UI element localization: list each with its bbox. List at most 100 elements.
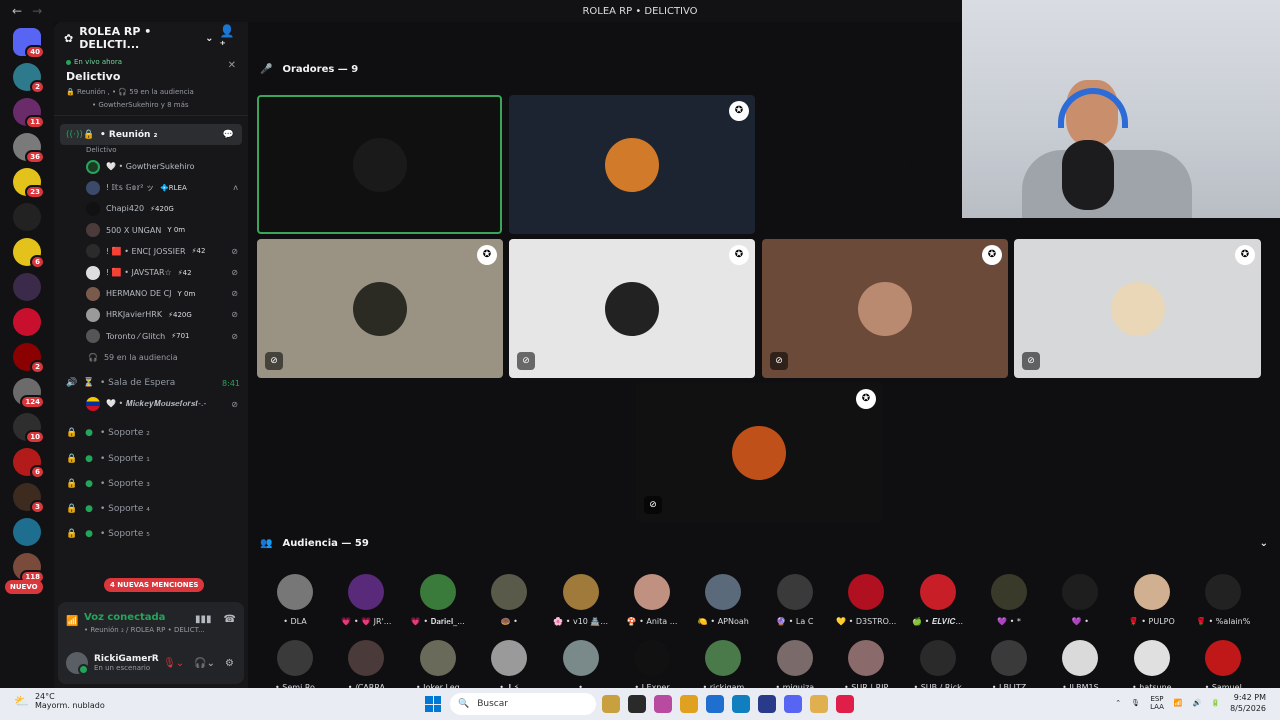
audience-member[interactable]: • Samuel (1188, 640, 1258, 692)
wifi-icon[interactable]: 📶 (1174, 699, 1183, 707)
audience-member[interactable]: 🌸 • v10 🏯... (546, 574, 616, 626)
audience-member[interactable]: • rickigam (688, 640, 758, 692)
voice-member[interactable]: ! 𝕀𝕥𝕤 𝔾𝕠𝕣² ッ 💠RLEA ʌ (54, 177, 248, 198)
audience-member[interactable]: 🔮 • La C (760, 574, 830, 626)
audience-member[interactable]: 🍏 • 𝑬𝑳𝑽𝑰𝑪... (903, 574, 973, 627)
server-icon[interactable]: 2 (13, 343, 45, 374)
avatar[interactable] (66, 652, 89, 675)
speaker-tile[interactable]: ✪ ⊘ (1014, 239, 1261, 378)
server-icon[interactable] (13, 518, 41, 546)
volume-icon[interactable]: 🔊 (1193, 699, 1202, 707)
server-icon[interactable] (13, 308, 41, 336)
audience-member[interactable]: • 𝐉 ⚡ (474, 640, 544, 693)
taskbar-app-icon[interactable] (810, 695, 828, 713)
chevron-up-icon[interactable]: ⌃ (1115, 699, 1121, 707)
chevron-down-icon[interactable]: ⌄ (1260, 538, 1268, 549)
audience-member[interactable]: • LBLITZ (974, 640, 1044, 692)
speaker-tile[interactable] (257, 95, 502, 234)
voice-member[interactable]: Chapi420 ⚡420G (54, 198, 248, 219)
audience-member[interactable]: • Joker Leg (403, 640, 473, 692)
voice-status[interactable]: Voz conectada (84, 612, 165, 623)
audience-member[interactable]: • (546, 640, 616, 692)
server-icon[interactable]: 118 (13, 553, 45, 584)
channel-soporte[interactable]: 🔒 ● • Soporte ₁ (54, 446, 248, 471)
taskbar-app-icon[interactable] (654, 695, 672, 713)
audience-member[interactable]: 💗 • 𝐃𝐚𝐫𝐢𝐞𝐥_... (403, 574, 473, 627)
audience-member[interactable]: 💛 • D3STRO... (831, 574, 901, 626)
audience-member[interactable]: 🍋 • APNoah (688, 574, 758, 626)
guild-header[interactable]: ✿ ROLEA RP • DELICTI... ⌄ 👤⁺ (54, 22, 248, 54)
channel-soporte[interactable]: 🔒 ● • Soporte ₃ (54, 471, 248, 496)
chat-bubble-icon[interactable]: 💬 (223, 130, 234, 140)
audience-member[interactable]: 🌹 • PULPO (1117, 574, 1187, 626)
voice-member[interactable]: ! 🟥 • JAVSTAR☆ ⚡42 ⊘ (54, 262, 248, 283)
taskbar-app-icon[interactable] (602, 695, 620, 713)
audience-member[interactable]: 🍩 • (474, 574, 544, 626)
back-arrow-icon[interactable]: ← (12, 4, 22, 18)
taskbar-app-icon[interactable] (680, 695, 698, 713)
audience-member[interactable]: • J Exper (617, 640, 687, 692)
invite-icon[interactable]: 👤⁺ (220, 24, 238, 52)
voice-member[interactable]: Toronto ⁄ Glitch ⚡701 ⊘ (54, 326, 248, 347)
taskbar-app-icon[interactable] (628, 695, 646, 713)
voice-member[interactable]: 🤍 • GowtherSukehiro (54, 156, 248, 177)
audience-member[interactable]: • /CARRA (331, 640, 401, 692)
channel-sala-de-espera[interactable]: 🔊 ⏳ • Sala de Espera 8:41 (54, 373, 248, 394)
speaker-tile[interactable]: ✪ ⊘ (257, 239, 503, 378)
taskbar-search[interactable]: 🔍 Buscar (450, 693, 596, 715)
server-icon[interactable] (13, 203, 41, 231)
server-icon[interactable]: 124 (13, 378, 45, 409)
speaker-tile[interactable]: ✪ ⊘ (636, 383, 882, 522)
live-stage-card[interactable]: En vivo ahora ✕ Delictivo 🔒 Reunión , • … (54, 54, 248, 116)
taskbar-app-icon[interactable] (706, 695, 724, 713)
signal-icon[interactable]: 📶 (66, 616, 78, 627)
speaker-tile[interactable]: ✪ ⊘ (509, 239, 755, 378)
server-icon[interactable]: 36 (13, 133, 45, 164)
server-icon[interactable]: 11 (13, 98, 45, 129)
voice-member[interactable]: HERMANO DE CJ Y 0m ⊘ (54, 283, 248, 304)
audience-member[interactable]: • miquiza (760, 640, 830, 692)
server-icon[interactable]: 3 (13, 483, 45, 514)
battery-icon[interactable]: 🔋 (1211, 699, 1220, 707)
speaker-tile[interactable]: ✪ (509, 95, 755, 234)
audience-member[interactable]: • SUB / Rick (903, 640, 973, 692)
audience-member[interactable]: • DLA (260, 574, 330, 626)
server-icon[interactable]: 10 (13, 413, 45, 444)
audience-member[interactable]: 🍄 • Anita ... (617, 574, 687, 626)
audience-member[interactable]: • SUR | RIP (831, 640, 901, 692)
taskbar-app-icon[interactable] (758, 695, 776, 713)
voice-member[interactable]: 🤍 • 𝑴𝒊𝒄𝒌𝒆𝒚𝑴𝒐𝒖𝒔𝒆𝒇𝒐𝒓𝒔𝒕-.- ⊘ (54, 394, 248, 415)
close-icon[interactable]: ✕ (228, 60, 236, 71)
audience-member[interactable]: 💜 • * (974, 574, 1044, 626)
voice-channel[interactable]: • Reunión ₂ / ROLEA RP • DELICT... (84, 626, 205, 634)
taskbar-app-icon[interactable] (732, 695, 750, 713)
server-icon[interactable]: 6 (13, 238, 45, 269)
microphone-icon[interactable]: 🎙 (1131, 699, 1140, 707)
forward-arrow-icon[interactable]: → (32, 4, 42, 18)
taskbar-app-icon[interactable] (784, 695, 802, 713)
windows-start-icon[interactable] (425, 696, 441, 712)
microphone-muted-icon[interactable]: 🎙⌄ (163, 658, 184, 669)
clock[interactable]: 9:42 PM 8/5/2026 (1230, 692, 1266, 714)
server-icon[interactable]: 23 (13, 168, 45, 199)
server-icon[interactable]: 6 (13, 448, 45, 479)
audience-member[interactable]: • Semi Ro (260, 640, 330, 692)
audience-member[interactable]: 💗 • 💗 JR'... (331, 574, 401, 626)
channel-reunion[interactable]: ((·)) 🔒 • Reunión ₂ 💬 (60, 124, 242, 145)
soundboard-icon[interactable]: ▮▮▮ (195, 614, 212, 625)
channel-soporte[interactable]: 🔒 ● • Soporte ₅ (54, 522, 248, 547)
speaker-tile[interactable]: ✪ ⊘ (762, 239, 1008, 378)
gear-icon[interactable]: ⚙ (225, 658, 234, 669)
audience-count[interactable]: 🎧 59 en la audiencia (54, 347, 248, 369)
voice-member[interactable]: ! 🟥 • ENC[ JOSSIER ⚡42 ⊘ (54, 241, 248, 262)
taskbar-app-icon[interactable] (836, 695, 854, 713)
audience-member[interactable]: 🌹 • %alain% (1188, 574, 1258, 626)
server-icon[interactable]: 40 (13, 28, 45, 59)
language-indicator[interactable]: ESP LAA (1150, 695, 1164, 711)
server-icon[interactable]: 2 (13, 63, 45, 94)
weather-widget[interactable]: ⛅ 24°C Mayorm. nublado (14, 692, 105, 710)
voice-member[interactable]: HRKJavierHRK ⚡420G ⊘ (54, 304, 248, 325)
channel-soporte[interactable]: 🔒 ● • Soporte ₂ (54, 421, 248, 446)
new-mentions-banner[interactable]: 4 NUEVAS MENCIONES (104, 578, 205, 592)
headphones-icon[interactable]: 🎧⌄ (194, 658, 215, 669)
